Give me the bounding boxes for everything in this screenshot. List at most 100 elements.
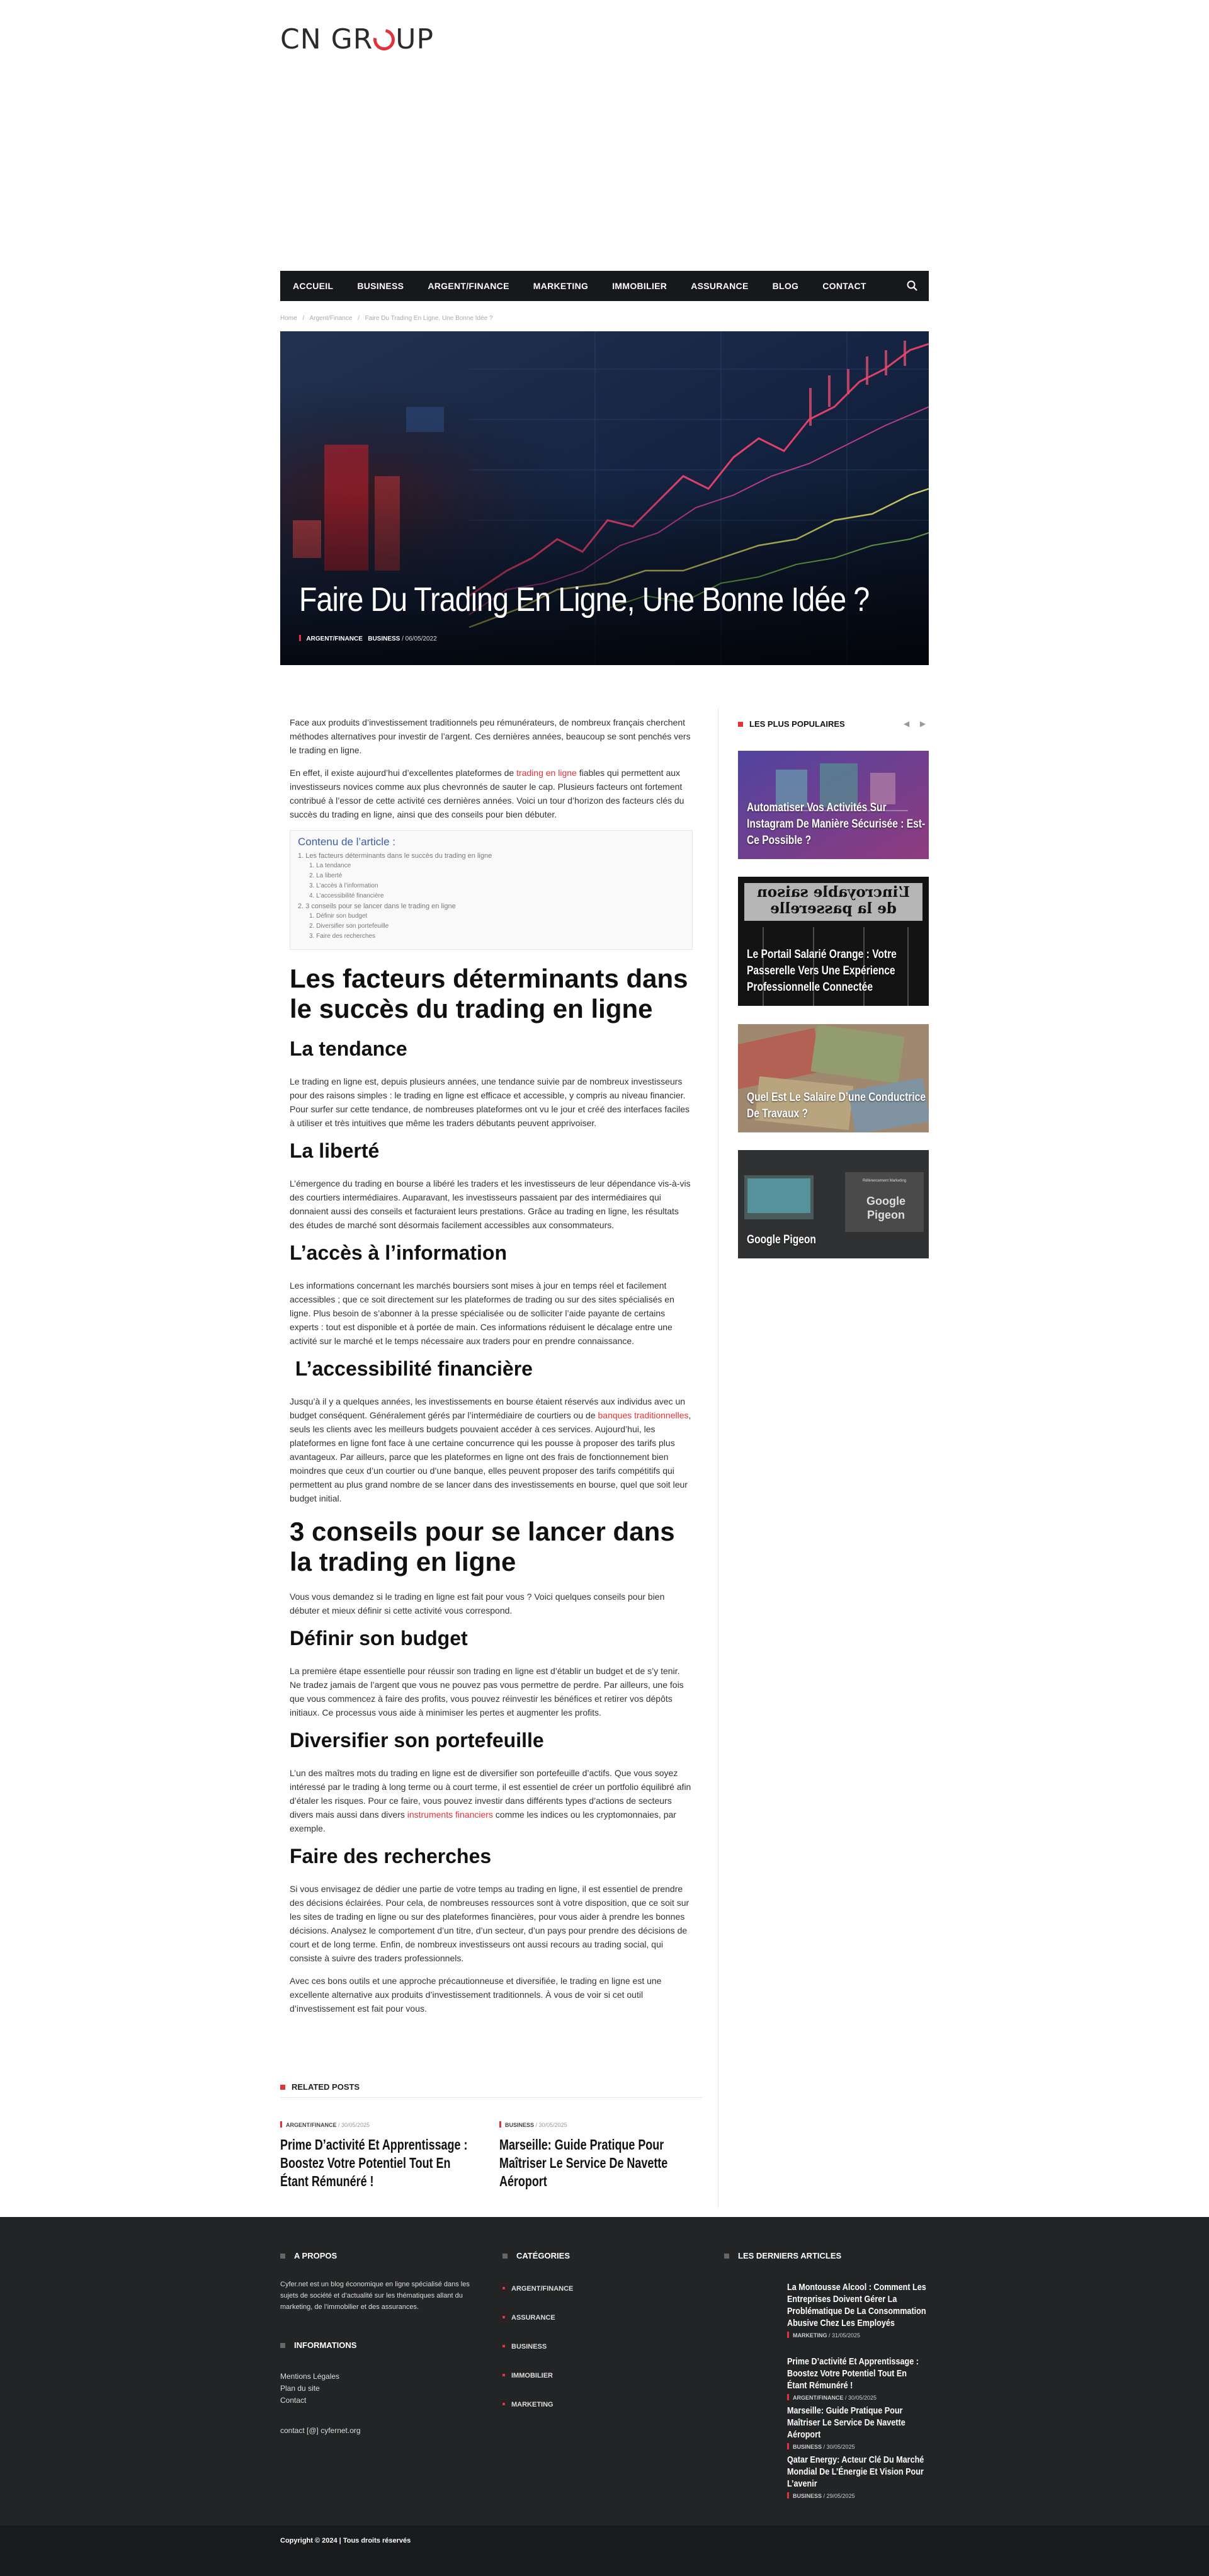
site-logo[interactable]: CN GR UP xyxy=(280,24,434,55)
nav-item-blog[interactable]: BLOG xyxy=(773,281,799,291)
footer-latest-post-meta: BUSINESS / 29/05/2025 xyxy=(787,2492,954,2499)
related-post[interactable]: BUSINESS / 30/05/2025 Marseille: Guide P… xyxy=(499,2121,758,2191)
article-title: Faire Du Trading En Ligne, Une Bonne Idé… xyxy=(299,581,870,618)
toc-item[interactable]: 4. L’accessibilité financière xyxy=(298,891,684,901)
subsection-heading: L’accessibilité financière xyxy=(290,1357,533,1380)
section-heading: 3 conseils pour se lancer dans la tradin… xyxy=(290,1517,675,1576)
related-heading-text: RELATED POSTS xyxy=(292,2082,360,2092)
footer-contact-email[interactable]: contact [@] cyfernet.org xyxy=(280,2425,361,2437)
footer-latest-post-date: / 30/05/2025 xyxy=(845,2395,877,2401)
table-of-contents: Contenu de l’article : 1. Les facteurs d… xyxy=(290,830,693,950)
related-post-title[interactable]: Marseille: Guide Pratique Pour Maîtriser… xyxy=(499,2136,701,2191)
nav-item-assurance[interactable]: ASSURANCE xyxy=(691,281,748,291)
subsection-heading: Définir son budget xyxy=(290,1627,468,1650)
footer-latest-post-category[interactable]: ARGENT/FINANCE xyxy=(793,2395,844,2401)
toc-item[interactable]: 2. 3 conseils pour se lancer dans le tra… xyxy=(298,901,684,911)
footer-latest-post[interactable]: Prime D’activité Et Apprentissage : Boos… xyxy=(787,2356,954,2401)
nav-item-argent-finance[interactable]: ARGENT/FINANCE xyxy=(428,281,509,291)
category-marker-icon xyxy=(787,2394,789,2400)
search-icon[interactable] xyxy=(906,280,919,292)
inline-link-trading[interactable]: trading en ligne xyxy=(516,768,577,778)
related-post-title[interactable]: Prime D’activité Et Apprentissage : Boos… xyxy=(280,2136,482,2191)
subsection-heading: La tendance xyxy=(290,1037,407,1060)
inline-link-instruments[interactable]: instruments financiers xyxy=(407,1809,493,1820)
popular-post-title[interactable]: Automatiser Vos Activités Sur Instagram … xyxy=(747,800,929,849)
footer-category-label: ARGENT/FINANCE xyxy=(511,2285,574,2293)
text: , seuls les clients avec les meilleurs b… xyxy=(290,1410,691,1503)
hero-category-link-2[interactable]: BUSINESS xyxy=(368,635,400,642)
footer-latest-post-date: / 30/05/2025 xyxy=(823,2444,855,2450)
breadcrumb: Home / Argent/Finance / Faire Du Trading… xyxy=(280,315,497,322)
bullet-icon xyxy=(502,2287,505,2289)
related-post-category[interactable]: BUSINESS xyxy=(505,2122,534,2128)
toc-item[interactable]: 3. L’accès à l’information xyxy=(298,881,684,891)
footer-latest-post-title[interactable]: Qatar Energy: Acteur Clé Du Marché Mondi… xyxy=(787,2454,928,2490)
related-post-category[interactable]: ARGENT/FINANCE xyxy=(286,2122,337,2128)
popular-post-card[interactable]: L’incroyable saison de la passerelle Le … xyxy=(738,877,929,1006)
footer-latest-post[interactable]: La Montousse Alcool : Comment Les Entrep… xyxy=(787,2281,954,2339)
footer-category-item[interactable]: ARGENT/FINANCE xyxy=(502,2285,573,2293)
toc-item[interactable]: 2. La liberté xyxy=(298,871,684,881)
nav-item-immobilier[interactable]: IMMOBILIER xyxy=(612,281,667,291)
footer-latest-post-date: / 31/05/2025 xyxy=(829,2332,861,2339)
popular-post-title[interactable]: Le Portail Salarié Orange : Votre Passer… xyxy=(747,947,929,996)
paragraph: La première étape essentielle pour réuss… xyxy=(290,1666,684,1718)
footer-latest-post[interactable]: Qatar Energy: Acteur Clé Du Marché Mondi… xyxy=(787,2454,954,2499)
prev-arrow-icon[interactable]: ◀ xyxy=(904,719,909,728)
popular-post-card[interactable]: Quel Est Le Salaire D’une Conductrice De… xyxy=(738,1024,929,1132)
nav-item-marketing[interactable]: MARKETING xyxy=(533,281,588,291)
section-heading: Les facteurs déterminants dans le succès… xyxy=(290,964,688,1023)
copyright-text: Copyright © 2024 | Tous droits réservés xyxy=(280,2537,411,2545)
toc-item[interactable]: 1. Les facteurs déterminants dans le suc… xyxy=(298,851,684,861)
footer-link-plan[interactable]: Plan du site xyxy=(280,2383,339,2395)
footer-latest-post-title[interactable]: La Montousse Alcool : Comment Les Entrep… xyxy=(787,2281,928,2329)
toc-item[interactable]: 2. Diversifier son portefeuille xyxy=(298,921,684,932)
breadcrumb-category[interactable]: Argent/Finance xyxy=(309,315,352,322)
footer-latest-post-category[interactable]: BUSINESS xyxy=(793,2444,822,2450)
footer-latest-post-meta: BUSINESS / 30/05/2025 xyxy=(787,2443,954,2450)
footer-latest-post-title[interactable]: Marseille: Guide Pratique Pour Maîtriser… xyxy=(787,2405,928,2441)
category-marker-icon xyxy=(787,2492,789,2499)
next-arrow-icon[interactable]: ▶ xyxy=(920,719,926,728)
popular-post-title[interactable]: Google Pigeon xyxy=(747,1232,929,1248)
breadcrumb-home[interactable]: Home xyxy=(280,315,297,322)
hero-category-link[interactable]: ARGENT/FINANCE xyxy=(306,635,362,642)
nav-item-business[interactable]: BUSINESS xyxy=(357,281,404,291)
category-marker-icon xyxy=(299,635,301,641)
hero-image: Faire Du Trading En Ligne, Une Bonne Idé… xyxy=(280,331,929,665)
divider xyxy=(280,2097,702,2098)
footer-category-item[interactable]: BUSINESS xyxy=(502,2343,547,2351)
site-footer xyxy=(0,2217,1209,2526)
footer-latest-post-meta: ARGENT/FINANCE / 30/05/2025 xyxy=(787,2394,954,2401)
subsection-heading: La liberté xyxy=(290,1139,380,1162)
logo-o-icon xyxy=(369,25,399,55)
footer-link-mentions[interactable]: Mentions Légales xyxy=(280,2371,339,2383)
popular-post-card[interactable]: Référencement Marketing Google Pigeon Go… xyxy=(738,1150,929,1258)
footer-category-item[interactable]: IMMOBILIER xyxy=(502,2372,553,2379)
toc-item[interactable]: 1. La tendance xyxy=(298,861,684,871)
article-body: Face aux produits d’investissement tradi… xyxy=(290,715,693,2024)
nav-item-accueil[interactable]: ACCUEIL xyxy=(293,281,333,291)
toc-item[interactable]: 3. Faire des recherches xyxy=(298,932,684,942)
heading-marker-icon xyxy=(738,722,743,727)
paragraph: Jusqu’à il y a quelques années, les inve… xyxy=(290,1394,693,1505)
footer-latest-post-meta: MARKETING / 31/05/2025 xyxy=(787,2332,954,2339)
footer-latest-post-title[interactable]: Prime D’activité Et Apprentissage : Boos… xyxy=(787,2356,928,2391)
footer-latest-post-category[interactable]: MARKETING xyxy=(793,2332,827,2339)
toc-item[interactable]: 1. Définir son budget xyxy=(298,911,684,921)
sidebar-heading-text: LES PLUS POPULAIRES xyxy=(749,719,845,729)
bullet-icon xyxy=(502,2403,505,2405)
nav-item-contact[interactable]: CONTACT xyxy=(822,281,866,291)
logo-text-part1: CN GR xyxy=(280,23,373,55)
bullet-icon xyxy=(502,2345,505,2347)
footer-latest-post[interactable]: Marseille: Guide Pratique Pour Maîtriser… xyxy=(787,2405,954,2450)
footer-latest-post-category[interactable]: BUSINESS xyxy=(793,2493,822,2499)
popular-post-title[interactable]: Quel Est Le Salaire D’une Conductrice De… xyxy=(747,1090,929,1122)
footer-category-item[interactable]: MARKETING xyxy=(502,2401,553,2408)
footer-category-label: IMMOBILIER xyxy=(511,2372,553,2379)
popular-post-card[interactable]: Automatiser Vos Activités Sur Instagram … xyxy=(738,751,929,859)
image-overlay-small-text: Référencement Marketing xyxy=(863,1179,907,1183)
footer-category-item[interactable]: ASSURANCE xyxy=(502,2314,555,2322)
inline-link-banques[interactable]: banques traditionnelles xyxy=(598,1410,689,1420)
footer-link-contact[interactable]: Contact xyxy=(280,2395,339,2407)
